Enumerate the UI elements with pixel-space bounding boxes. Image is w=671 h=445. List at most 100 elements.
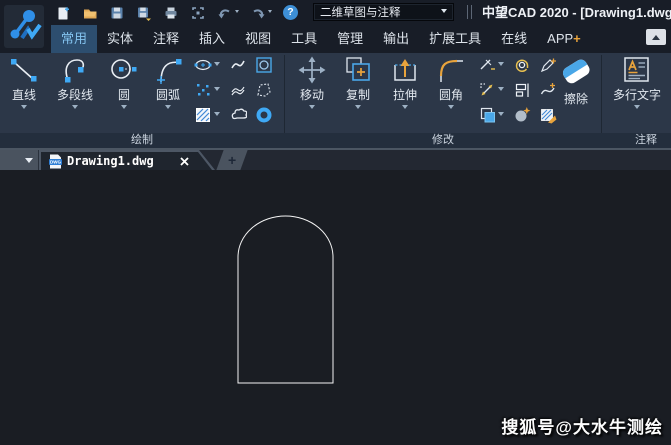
ribbon-tabs: 常用 实体 注释 插入 视图 工具 管理 输出 扩展工具 在线 APP+	[51, 25, 591, 53]
draw-panel-label: 绘制	[131, 134, 153, 146]
points-icon[interactable]	[194, 81, 212, 99]
document-tab-active[interactable]: DWG Drawing1.dwg	[39, 150, 215, 170]
move-button[interactable]: 移动	[292, 55, 332, 112]
hatch-dropdown-arrow[interactable]	[214, 111, 220, 119]
undo-icon[interactable]	[217, 5, 233, 21]
title-bar: ? 二维草图与注释 中望CAD 2020 - [Drawing1.dwg]	[0, 0, 671, 25]
align-icon[interactable]	[513, 81, 531, 99]
line-button[interactable]: 直线	[4, 55, 44, 112]
ribbon-collapse-button[interactable]	[646, 29, 666, 45]
ribbon-tab-home[interactable]: 常用	[51, 25, 98, 53]
app-tab-plus: +	[573, 31, 581, 46]
annotate-panel-label: 注释	[635, 134, 657, 146]
ribbon-tab-view[interactable]: 视图	[235, 25, 281, 53]
drawing-canvas[interactable]: 搜狐号@大水牛测绘	[0, 170, 671, 445]
hatch-edit-icon[interactable]	[539, 106, 557, 124]
ribbon-body: 直线 多段线 圆 圆弧 移动 复制 拉伸 圆角 擦除 多行文字 绘制 修改 注释	[0, 53, 671, 148]
scale-icon[interactable]	[478, 81, 496, 99]
document-tab-close-button[interactable]	[180, 157, 189, 166]
doc-tab-blank-button[interactable]	[0, 150, 20, 170]
stretch-icon	[394, 59, 416, 81]
move-dropdown-arrow[interactable]	[309, 105, 315, 112]
open-folder-icon[interactable]	[82, 5, 98, 21]
stretch-dropdown-arrow[interactable]	[402, 105, 408, 112]
undo-dropdown-arrow[interactable]	[235, 10, 239, 15]
plus-icon: +	[227, 152, 237, 168]
points-dropdown-arrow[interactable]	[214, 86, 220, 94]
redo-dropdown-arrow[interactable]	[268, 10, 272, 15]
fillet-button[interactable]: 圆角	[428, 55, 474, 112]
arc-button[interactable]: 圆弧	[146, 55, 190, 112]
fillet-dropdown-arrow[interactable]	[448, 105, 454, 112]
polyline-label: 多段线	[56, 88, 93, 102]
ellipse-dropdown-arrow[interactable]	[214, 61, 220, 69]
ribbon-tab-tools[interactable]: 工具	[281, 25, 327, 53]
circle-label: 圆	[117, 88, 130, 102]
wipeout-icon[interactable]	[255, 81, 273, 99]
circle-button[interactable]: 圆	[106, 55, 142, 112]
move-icon	[298, 56, 326, 84]
annotate-panel: 多行文字	[603, 53, 671, 133]
ribbon-tab-manage[interactable]: 管理	[327, 25, 373, 53]
workspace-dropdown[interactable]: 二维草图与注释	[313, 3, 454, 21]
erase-icon	[563, 59, 590, 84]
ribbon-tab-insert[interactable]: 插入	[189, 25, 235, 53]
help-icon[interactable]: ?	[283, 5, 298, 20]
plot-preview-icon[interactable]	[190, 5, 206, 21]
save-icon[interactable]	[109, 5, 125, 21]
mtext-dropdown-arrow[interactable]	[634, 105, 640, 112]
print-icon[interactable]	[163, 5, 179, 21]
ellipse-icon[interactable]	[194, 56, 212, 74]
document-tab-title: Drawing1.dwg	[67, 154, 154, 168]
ribbon-tab-app-plus[interactable]: APP+	[537, 25, 591, 53]
new-file-icon[interactable]	[55, 5, 71, 21]
region-icon[interactable]	[255, 56, 273, 74]
trim-dropdown-arrow[interactable]	[498, 61, 504, 69]
revision-cloud-icon[interactable]	[229, 106, 247, 124]
redo-icon[interactable]	[250, 5, 266, 21]
hatch-icon[interactable]	[194, 106, 212, 124]
ribbon-tab-output[interactable]: 输出	[373, 25, 419, 53]
copy-button[interactable]: 复制	[336, 55, 380, 112]
line-dropdown-arrow[interactable]	[21, 105, 27, 112]
donut-icon[interactable]	[255, 106, 273, 124]
svg-text:DWG: DWG	[50, 159, 61, 164]
copy-dropdown-arrow[interactable]	[355, 105, 361, 112]
revcloud-edit-icon[interactable]	[513, 56, 531, 74]
spline-icon[interactable]	[229, 56, 247, 74]
save-as-icon[interactable]	[136, 5, 152, 21]
trim-icon[interactable]	[478, 56, 496, 74]
stretch-button[interactable]: 拉伸	[384, 55, 426, 112]
zwcad-logo[interactable]	[4, 5, 44, 48]
mtext-button[interactable]: 多行文字	[609, 55, 665, 112]
erase-label: 擦除	[563, 92, 588, 106]
layer-copy-dropdown-arrow[interactable]	[498, 111, 504, 119]
draw-small-tools	[194, 56, 273, 124]
move-label: 移动	[299, 88, 324, 102]
polyline-dropdown-arrow[interactable]	[72, 105, 78, 112]
modify-small-tools	[478, 56, 557, 124]
help-glyph: ?	[287, 6, 294, 18]
drawing-entities	[237, 215, 334, 384]
layer-copy-icon[interactable]	[478, 106, 496, 124]
spline-fit-icon[interactable]	[229, 81, 247, 99]
ribbon-tab-annotate[interactable]: 注释	[143, 25, 189, 53]
stretch-label: 拉伸	[392, 88, 417, 102]
zwcad-window: ? 二维草图与注释 中望CAD 2020 - [Drawing1.dwg] 常用…	[0, 0, 671, 445]
arc-dropdown-arrow[interactable]	[165, 105, 171, 112]
doc-tab-list-button[interactable]	[19, 150, 39, 170]
ribbon-tab-express[interactable]: 扩展工具	[419, 25, 491, 53]
ribbon-tab-online[interactable]: 在线	[491, 25, 537, 53]
scale-dropdown-arrow[interactable]	[498, 86, 504, 94]
copy-icon	[346, 57, 370, 81]
collapse-arrow-icon	[652, 31, 660, 40]
erase-button[interactable]: 擦除	[554, 55, 598, 107]
circle-dropdown-arrow[interactable]	[121, 105, 127, 112]
polyline-button[interactable]: 多段线	[48, 55, 102, 112]
mtext-label: 多行文字	[612, 88, 661, 102]
ribbon-tab-solid[interactable]: 实体	[97, 25, 143, 53]
blend-icon[interactable]	[513, 106, 531, 124]
door-shape-polyline[interactable]	[237, 215, 334, 384]
undo-group	[217, 5, 239, 21]
arc-icon	[157, 59, 182, 84]
